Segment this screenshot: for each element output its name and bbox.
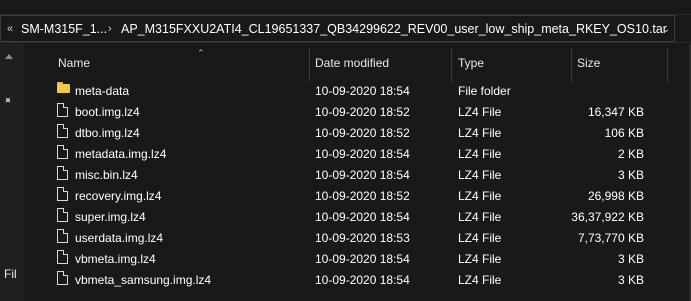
address-dropdown-icon[interactable]: ⌄ — [659, 16, 673, 43]
file-size: 3 KB — [617, 252, 644, 266]
file-size: 7,73,770 KB — [577, 231, 644, 245]
file-icon — [57, 124, 68, 138]
file-icon — [57, 229, 68, 243]
column-size[interactable]: Size — [577, 56, 600, 70]
file-type: LZ4 File — [458, 252, 502, 266]
file-type: LZ4 File — [458, 231, 502, 245]
file-icon — [57, 271, 68, 285]
file-type: LZ4 File — [458, 105, 502, 119]
file-date: 10-09-2020 18:54 — [315, 147, 410, 161]
file-name[interactable]: recovery.img.lz4 — [75, 189, 161, 203]
list-item[interactable]: dtbo.img.lz4 10-09-2020 18:52 LZ4 File 1… — [23, 122, 691, 143]
folder-icon — [57, 82, 70, 93]
file-name[interactable]: metadata.img.lz4 — [75, 147, 166, 161]
file-date: 10-09-2020 18:54 — [315, 84, 410, 98]
scroll-up-icon[interactable] — [5, 54, 13, 59]
list-item[interactable]: boot.img.lz4 10-09-2020 18:52 LZ4 File 1… — [23, 101, 691, 122]
list-item[interactable]: vbmeta.img.lz4 10-09-2020 18:54 LZ4 File… — [23, 248, 691, 269]
file-icon — [57, 187, 68, 201]
file-icon — [57, 208, 68, 222]
column-divider[interactable] — [571, 48, 572, 82]
file-type: LZ4 File — [458, 273, 502, 287]
file-name[interactable]: dtbo.img.lz4 — [75, 126, 140, 140]
file-name[interactable]: super.img.lz4 — [75, 210, 146, 224]
column-type[interactable]: Type — [458, 56, 484, 70]
column-date-modified[interactable]: Date modified — [315, 56, 389, 70]
file-date: 10-09-2020 18:54 — [315, 210, 410, 224]
file-type: LZ4 File — [458, 168, 502, 182]
overflow-chevron-icon[interactable]: « — [7, 16, 13, 43]
file-type: LZ4 File — [458, 189, 502, 203]
file-type: LZ4 File — [458, 210, 502, 224]
list-item[interactable]: metadata.img.lz4 10-09-2020 18:54 LZ4 Fi… — [23, 143, 691, 164]
file-icon — [57, 103, 68, 117]
file-icon — [57, 166, 68, 180]
file-type: LZ4 File — [458, 147, 502, 161]
address-bar[interactable]: « SM-M315F_1... › AP_M315FXXU2ATI4_CL196… — [0, 14, 691, 43]
file-date: 10-09-2020 18:52 — [315, 126, 410, 140]
list-item[interactable]: userdata.img.lz4 10-09-2020 18:53 LZ4 Fi… — [23, 227, 691, 248]
file-name[interactable]: vbmeta_samsung.img.lz4 — [75, 273, 211, 287]
file-icon — [57, 250, 68, 264]
file-size: 26,998 KB — [587, 189, 644, 203]
breadcrumb-separator-icon[interactable]: › — [108, 16, 112, 43]
file-date: 10-09-2020 18:54 — [315, 168, 410, 182]
file-size: 106 KB — [604, 126, 644, 140]
sort-indicator-icon: ⌃ — [197, 48, 205, 58]
file-date: 10-09-2020 18:54 — [315, 273, 410, 287]
file-icon — [57, 145, 68, 159]
breadcrumb-item-2[interactable]: AP_M315FXXU2ATI4_CL19651337_QB34299622_R… — [121, 16, 667, 43]
file-date: 10-09-2020 18:52 — [315, 189, 410, 203]
file-type: LZ4 File — [458, 126, 502, 140]
file-size: 2 KB — [617, 147, 644, 161]
file-size: 3 KB — [617, 273, 644, 287]
column-divider[interactable] — [309, 48, 310, 82]
navigation-pane: ✦ Fil — [0, 44, 22, 301]
address-box[interactable]: « SM-M315F_1... › AP_M315FXXU2ATI4_CL196… — [0, 15, 675, 42]
list-item[interactable]: meta-data 10-09-2020 18:54 File folder — [23, 80, 691, 101]
file-date: 10-09-2020 18:52 — [315, 105, 410, 119]
list-item[interactable]: recovery.img.lz4 10-09-2020 18:52 LZ4 Fi… — [23, 185, 691, 206]
file-name[interactable]: userdata.img.lz4 — [75, 231, 163, 245]
file-list: meta-data 10-09-2020 18:54 File folder b… — [23, 80, 691, 290]
file-date: 10-09-2020 18:53 — [315, 231, 410, 245]
file-size: 16,347 KB — [587, 105, 644, 119]
file-type: File folder — [458, 84, 511, 98]
file-size: 3 KB — [617, 168, 644, 182]
list-item[interactable]: vbmeta_samsung.img.lz4 10-09-2020 18:54 … — [23, 269, 691, 290]
breadcrumb-item-1[interactable]: SM-M315F_1... — [21, 16, 107, 43]
list-item[interactable]: super.img.lz4 10-09-2020 18:54 LZ4 File … — [23, 206, 691, 227]
nav-item-label[interactable]: Fil — [4, 267, 17, 281]
column-divider[interactable] — [451, 48, 452, 82]
column-name[interactable]: Name — [58, 56, 90, 70]
pin-icon: ✦ — [0, 93, 15, 109]
list-item[interactable]: misc.bin.lz4 10-09-2020 18:54 LZ4 File 3… — [23, 164, 691, 185]
file-name[interactable]: meta-data — [75, 84, 129, 98]
file-name[interactable]: vbmeta.img.lz4 — [75, 252, 156, 266]
column-header: ⌃ Name Date modified Type Size — [23, 44, 691, 82]
file-name[interactable]: boot.img.lz4 — [75, 105, 140, 119]
file-date: 10-09-2020 18:54 — [315, 252, 410, 266]
file-size: 36,37,922 KB — [571, 210, 644, 224]
column-divider[interactable] — [667, 48, 668, 82]
file-name[interactable]: misc.bin.lz4 — [75, 168, 138, 182]
